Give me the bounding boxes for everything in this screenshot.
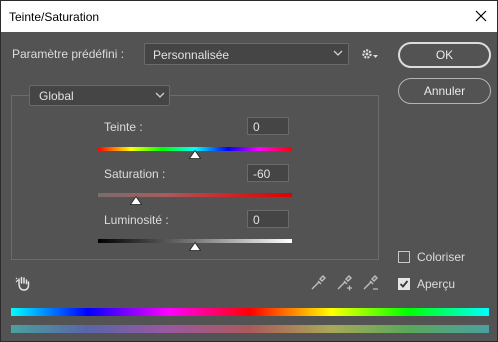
hue-label: Teinte : [104,120,143,134]
gear-icon[interactable] [361,47,379,61]
eyedropper-minus-icon[interactable] [361,274,379,292]
close-button[interactable] [469,5,493,27]
checkmark-icon [399,280,409,288]
chevron-down-icon [333,50,343,56]
channel-value: Global [39,89,74,103]
lightness-label: Luminosité : [104,213,169,227]
preset-dropdown[interactable]: Personnalisée [144,43,349,65]
colorize-label: Coloriser [417,250,466,264]
preset-value: Personnalisée [153,48,230,62]
preview-checkbox[interactable] [398,278,410,290]
lightness-slider-thumb[interactable] [189,242,201,251]
ok-button[interactable]: OK [398,42,491,68]
lightness-input[interactable]: 0 [247,210,289,228]
adjustment-group [11,95,379,260]
preview-option[interactable]: Aperçu [398,277,455,291]
dialog-title: Teinte/Saturation [9,10,100,24]
output-color-bar [11,325,489,333]
hue-saturation-dialog: Teinte/Saturation Paramètre prédéfini : … [0,0,498,342]
eyedropper-icon[interactable] [309,274,327,292]
close-icon [475,10,487,22]
preview-label: Aperçu [417,277,456,291]
cancel-button[interactable]: Annuler [398,78,491,104]
saturation-slider-thumb[interactable] [130,196,142,205]
saturation-input[interactable]: -60 [247,164,289,182]
hand-tool-icon[interactable] [15,274,33,292]
saturation-label: Saturation : [104,167,166,181]
saturation-slider-track[interactable] [98,193,292,197]
hue-input[interactable]: 0 [247,117,289,135]
hue-slider-thumb[interactable] [189,150,201,159]
preset-label: Paramètre prédéfini : [12,47,125,61]
title-bar: Teinte/Saturation [1,1,497,32]
channel-dropdown[interactable]: Global [29,85,170,106]
eyedropper-plus-icon[interactable] [335,274,353,292]
colorize-checkbox[interactable] [398,251,410,263]
input-color-bar [11,308,489,316]
colorize-option[interactable]: Coloriser [398,250,465,264]
chevron-down-icon [155,92,165,98]
